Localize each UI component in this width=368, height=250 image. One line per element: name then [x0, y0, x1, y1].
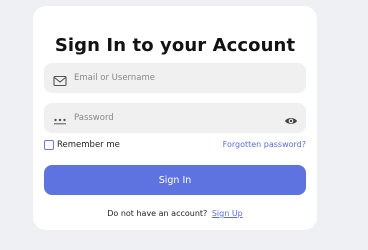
password-dots-icon: [53, 112, 67, 125]
sign-up-link[interactable]: Sign Up: [212, 209, 243, 218]
remember-me[interactable]: Remember me: [44, 139, 120, 151]
remember-me-checkbox[interactable]: [44, 140, 54, 150]
login-card: Sign In to your Account Email or Usernam…: [33, 6, 317, 230]
forgot-password-link[interactable]: Forgotten password?: [223, 140, 306, 149]
email-field-container[interactable]: [44, 63, 306, 93]
eye-icon[interactable]: [284, 112, 298, 124]
mail-icon: [53, 72, 67, 87]
sign-in-button[interactable]: Sign In: [44, 165, 306, 195]
password-input[interactable]: [74, 103, 274, 133]
signup-prompt-text: Do not have an account?: [107, 209, 208, 218]
password-field-container[interactable]: [44, 103, 306, 133]
remember-me-label: Remember me: [57, 140, 120, 150]
signup-prompt-line: Do not have an account? Sign Up: [33, 209, 317, 218]
page-title: Sign In to your Account: [54, 35, 296, 56]
email-input[interactable]: [74, 63, 274, 93]
